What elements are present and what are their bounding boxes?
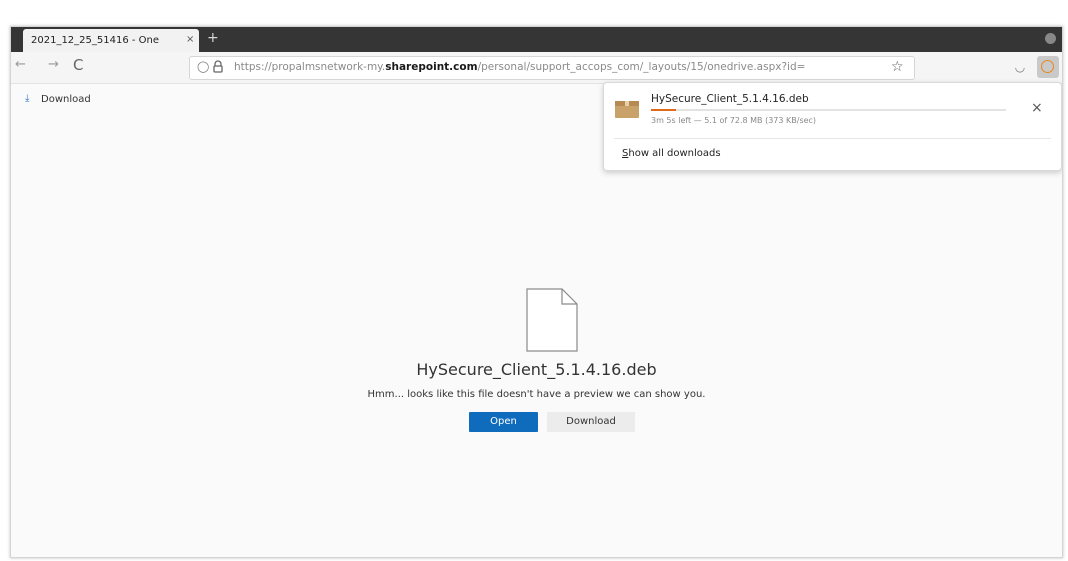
open-button[interactable]: Open bbox=[469, 412, 538, 432]
file-icon bbox=[526, 288, 578, 352]
url-prefix: https://propalmsnetwork-my. bbox=[234, 61, 386, 73]
download-filename[interactable]: HySecure_Client_5.1.4.16.deb bbox=[651, 93, 809, 105]
back-arrow-icon[interactable]: ← bbox=[15, 57, 26, 72]
download-link[interactable]: Download bbox=[41, 94, 91, 105]
reload-icon[interactable]: C bbox=[73, 56, 83, 74]
close-tab-icon[interactable]: × bbox=[186, 34, 194, 45]
panel-divider bbox=[614, 138, 1051, 139]
bookmark-star-icon[interactable]: ☆ bbox=[891, 59, 904, 75]
url-path: /personal/support_accops_com/_layouts/15… bbox=[477, 61, 806, 73]
navigation-toolbar: ← → C ◯ https://propalmsnetwork-my.share… bbox=[11, 52, 1062, 84]
download-progress-bar bbox=[651, 109, 1006, 111]
no-preview-message: Hmm... looks like this file doesn't have… bbox=[367, 389, 706, 400]
cancel-download-icon[interactable]: × bbox=[1031, 100, 1043, 116]
tab-strip: 2021_12_25_51416 - One × + bbox=[11, 27, 1062, 52]
file-name-heading: HySecure_Client_5.1.4.16.deb bbox=[416, 360, 657, 379]
url-bar[interactable]: ◯ https://propalmsnetwork-my.sharepoint.… bbox=[189, 56, 915, 80]
url-domain: sharepoint.com bbox=[385, 61, 478, 73]
download-button[interactable]: Download bbox=[547, 412, 635, 432]
show-all-downloads-link[interactable]: Show all downloads bbox=[622, 148, 721, 159]
browser-window: 2021_12_25_51416 - One × + ← → C ◯ https… bbox=[10, 26, 1063, 558]
forward-arrow-icon[interactable]: → bbox=[48, 57, 59, 72]
download-icon[interactable]: ⤓ bbox=[25, 93, 29, 104]
pocket-icon[interactable]: ◡ bbox=[1013, 60, 1027, 74]
package-icon bbox=[615, 101, 639, 118]
downloads-panel: HySecure_Client_5.1.4.16.deb 3m 5s left … bbox=[603, 82, 1062, 171]
show-all-label-rest: how all downloads bbox=[628, 148, 721, 159]
url-text: https://propalmsnetwork-my.sharepoint.co… bbox=[234, 61, 874, 73]
new-tab-icon[interactable]: + bbox=[207, 30, 219, 46]
download-status: 3m 5s left — 5.1 of 72.8 MB (373 KB/sec) bbox=[651, 116, 817, 125]
downloads-button[interactable] bbox=[1037, 56, 1059, 78]
window-menu-button[interactable] bbox=[1045, 33, 1056, 44]
shield-icon[interactable]: ◯ bbox=[197, 60, 209, 73]
download-progress-icon bbox=[1041, 60, 1054, 73]
download-progress-fill bbox=[651, 109, 676, 111]
tab-onedrive[interactable]: 2021_12_25_51416 - One × bbox=[23, 29, 199, 52]
tab-title: 2021_12_25_51416 - One bbox=[31, 35, 160, 46]
lock-icon[interactable] bbox=[212, 60, 224, 73]
